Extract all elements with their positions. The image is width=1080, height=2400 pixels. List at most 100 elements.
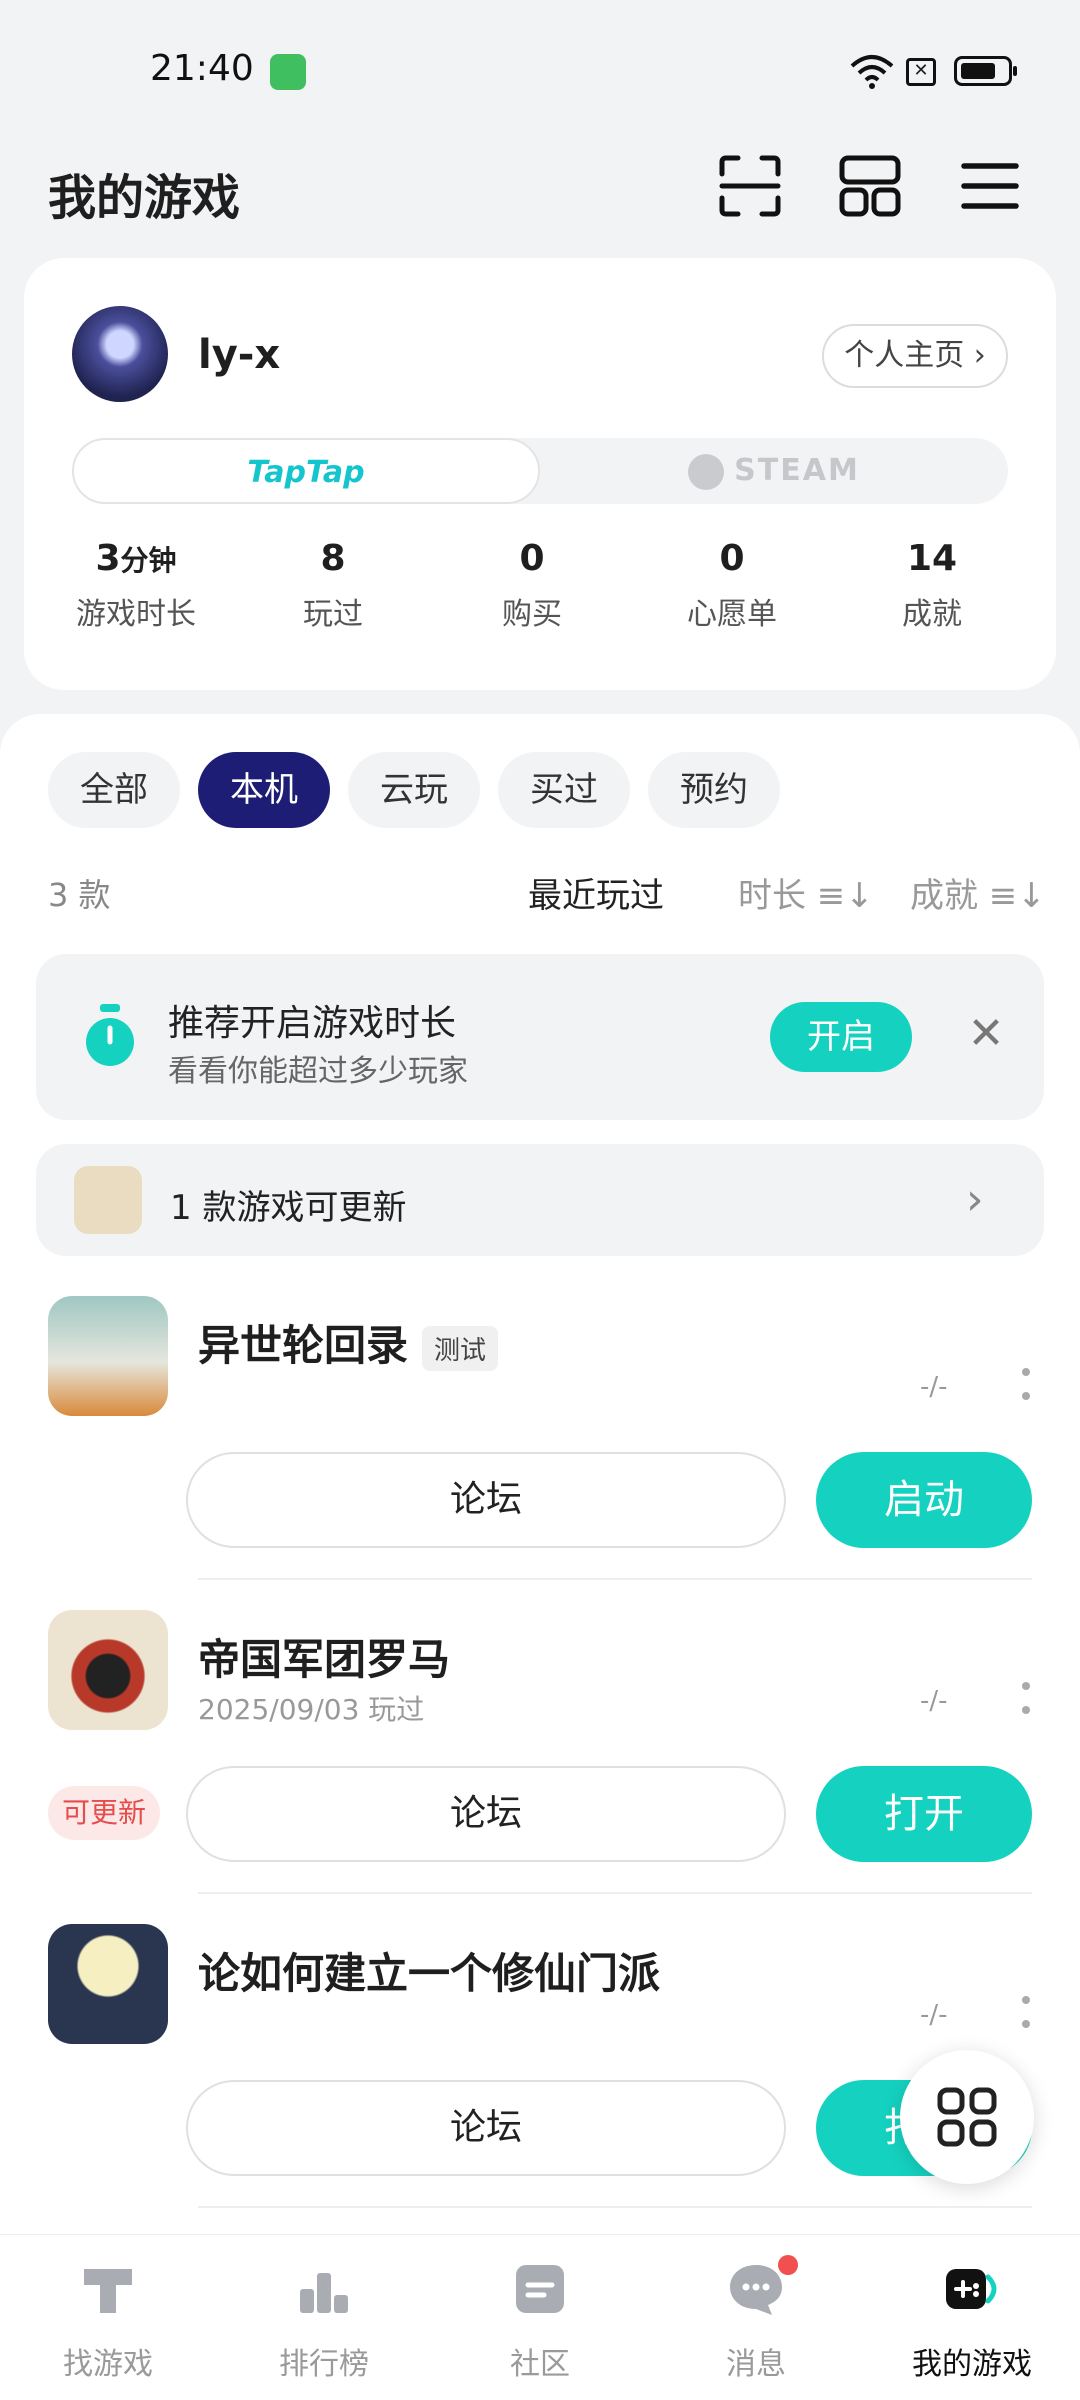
forum-button[interactable]: 论坛: [186, 1452, 786, 1548]
menu-icon[interactable]: [954, 150, 1026, 222]
game-count: 3 款: [48, 876, 111, 914]
homepage-button[interactable]: 个人主页 ›: [822, 324, 1008, 388]
game-progress: -/-: [920, 2000, 948, 2030]
avatar[interactable]: [72, 306, 168, 402]
messages-icon: [730, 2265, 782, 2315]
sort-achievements[interactable]: 成就 ≡↓: [910, 868, 1046, 917]
playtime-recommendation: 推荐开启游戏时长 看看你能超过多少玩家 开启 ✕: [36, 954, 1044, 1120]
stat-label: 游戏时长: [76, 597, 196, 632]
more-icon[interactable]: [1016, 1678, 1036, 1718]
game-item: 帝国军团罗马 2025/09/03 玩过 -/- 可更新 论坛 打开: [0, 1610, 1080, 1924]
game-icon[interactable]: [48, 1610, 168, 1730]
battery-icon: [954, 56, 1017, 86]
update-text: 1 款游戏可更新: [170, 1188, 407, 1228]
profile-card: ly-x 个人主页 › TapTap STEAM 3分钟 游戏时长 8 玩过 0…: [24, 258, 1056, 690]
stat-value: 0: [519, 538, 545, 579]
open-button[interactable]: 打开: [816, 1766, 1032, 1862]
game-icon[interactable]: [48, 1924, 168, 2044]
stat-playtime[interactable]: 3分钟 游戏时长: [36, 538, 236, 633]
reco-title: 推荐开启游戏时长: [168, 1003, 457, 1044]
game-name: 论如何建立一个修仙门派: [198, 1949, 661, 1998]
nav-messages[interactable]: 消息: [648, 2235, 864, 2400]
forum-button[interactable]: 论坛: [186, 2080, 786, 2176]
more-icon[interactable]: [1016, 1364, 1036, 1404]
nav-label: 社区: [510, 2347, 570, 2382]
wifi-icon: [850, 55, 894, 89]
nav-label: 找游戏: [63, 2347, 153, 2382]
update-available-bar[interactable]: 1 款游戏可更新 ›: [36, 1144, 1044, 1256]
reco-subtitle: 看看你能超过多少玩家: [168, 1054, 468, 1089]
filter-reserved[interactable]: 预约: [648, 752, 780, 828]
launch-button[interactable]: 启动: [816, 1452, 1032, 1548]
bottom-nav: 找游戏 排行榜 社区 消息 我的游戏: [0, 2234, 1080, 2400]
filter-cloud[interactable]: 云玩: [348, 752, 480, 828]
status-bar: 21:40 ✕: [0, 0, 1080, 140]
stats-row: 3分钟 游戏时长 8 玩过 0 购买 0 心愿单 14 成就: [24, 538, 1056, 658]
stat-unit: 分钟: [120, 544, 177, 577]
enable-playtime-button[interactable]: 开启: [770, 1002, 912, 1072]
stopwatch-icon: [86, 1004, 134, 1066]
nav-label: 我的游戏: [912, 2347, 1032, 2382]
page-title: 我的游戏: [48, 170, 241, 226]
stat-achievements[interactable]: 14 成就: [832, 538, 1032, 633]
game-name: 帝国军团罗马: [198, 1635, 451, 1684]
grid-fab-button[interactable]: [900, 2050, 1034, 2184]
nav-my-games[interactable]: 我的游戏: [864, 2235, 1080, 2400]
tab-taptap[interactable]: TapTap: [72, 438, 540, 504]
filter-bought[interactable]: 买过: [498, 752, 630, 828]
rankings-icon: [300, 2273, 348, 2313]
divider: [198, 1578, 1032, 1580]
scan-icon[interactable]: [714, 150, 786, 222]
stat-value: 0: [719, 538, 745, 579]
stat-played[interactable]: 8 玩过: [233, 538, 433, 633]
nav-rankings[interactable]: 排行榜: [216, 2235, 432, 2400]
stat-value: 8: [320, 538, 346, 579]
stat-label: 玩过: [303, 597, 363, 632]
update-badge: 可更新: [48, 1786, 161, 1840]
nav-find-games[interactable]: 找游戏: [0, 2235, 216, 2400]
game-thumbnail: [74, 1166, 142, 1234]
stat-label: 心愿单: [687, 597, 777, 632]
forum-button[interactable]: 论坛: [186, 1766, 786, 1862]
nav-community[interactable]: 社区: [432, 2235, 648, 2400]
app-notification-icon: [270, 54, 306, 90]
top-bar: 我的游戏: [0, 140, 1080, 240]
more-icon[interactable]: [1016, 1992, 1036, 2032]
nav-label: 消息: [726, 2347, 786, 2382]
divider: [198, 1892, 1032, 1894]
nav-label: 排行榜: [279, 2347, 369, 2382]
divider: [198, 2206, 1032, 2208]
game-icon[interactable]: [48, 1296, 168, 1416]
close-icon[interactable]: ✕: [956, 1004, 1016, 1064]
platform-switch: TapTap STEAM: [72, 438, 1008, 504]
grid-icon: [937, 2087, 997, 2147]
layout-icon[interactable]: [834, 150, 906, 222]
my-games-icon: [946, 2269, 997, 2309]
filter-all[interactable]: 全部: [48, 752, 180, 828]
games-panel: 全部 本机 云玩 买过 预约 3 款 最近玩过 时长 ≡↓ 成就 ≡↓ 推荐开启…: [0, 714, 1080, 2234]
steam-icon: [688, 453, 725, 490]
stat-value: 3: [95, 538, 121, 579]
tab-steam[interactable]: STEAM: [540, 438, 1008, 504]
username: ly-x: [198, 332, 281, 378]
sort-recent[interactable]: 最近玩过: [528, 868, 664, 917]
steam-label: STEAM: [734, 453, 860, 488]
sim-icon: ✕: [906, 58, 936, 86]
game-name: 异世轮回录 测试: [198, 1312, 499, 1373]
last-played: 2025/09/03 玩过: [198, 1693, 425, 1726]
stat-value: 14: [906, 538, 958, 579]
stat-label: 购买: [502, 597, 562, 632]
chevron-right-icon: ›: [966, 1174, 984, 1225]
status-time: 21:40: [150, 48, 254, 89]
stat-wishlist[interactable]: 0 心愿单: [632, 538, 832, 633]
sort-duration[interactable]: 时长 ≡↓: [738, 868, 874, 917]
test-tag: 测试: [422, 1326, 499, 1371]
stat-label: 成就: [902, 597, 962, 632]
find-games-icon: [84, 2269, 132, 2313]
unread-dot: [778, 2255, 798, 2275]
filter-local[interactable]: 本机: [198, 752, 330, 828]
game-progress: -/-: [920, 1686, 948, 1716]
stat-purchased[interactable]: 0 购买: [432, 538, 632, 633]
game-progress: -/-: [920, 1372, 948, 1402]
game-name-text: 异世轮回录: [198, 1321, 409, 1370]
